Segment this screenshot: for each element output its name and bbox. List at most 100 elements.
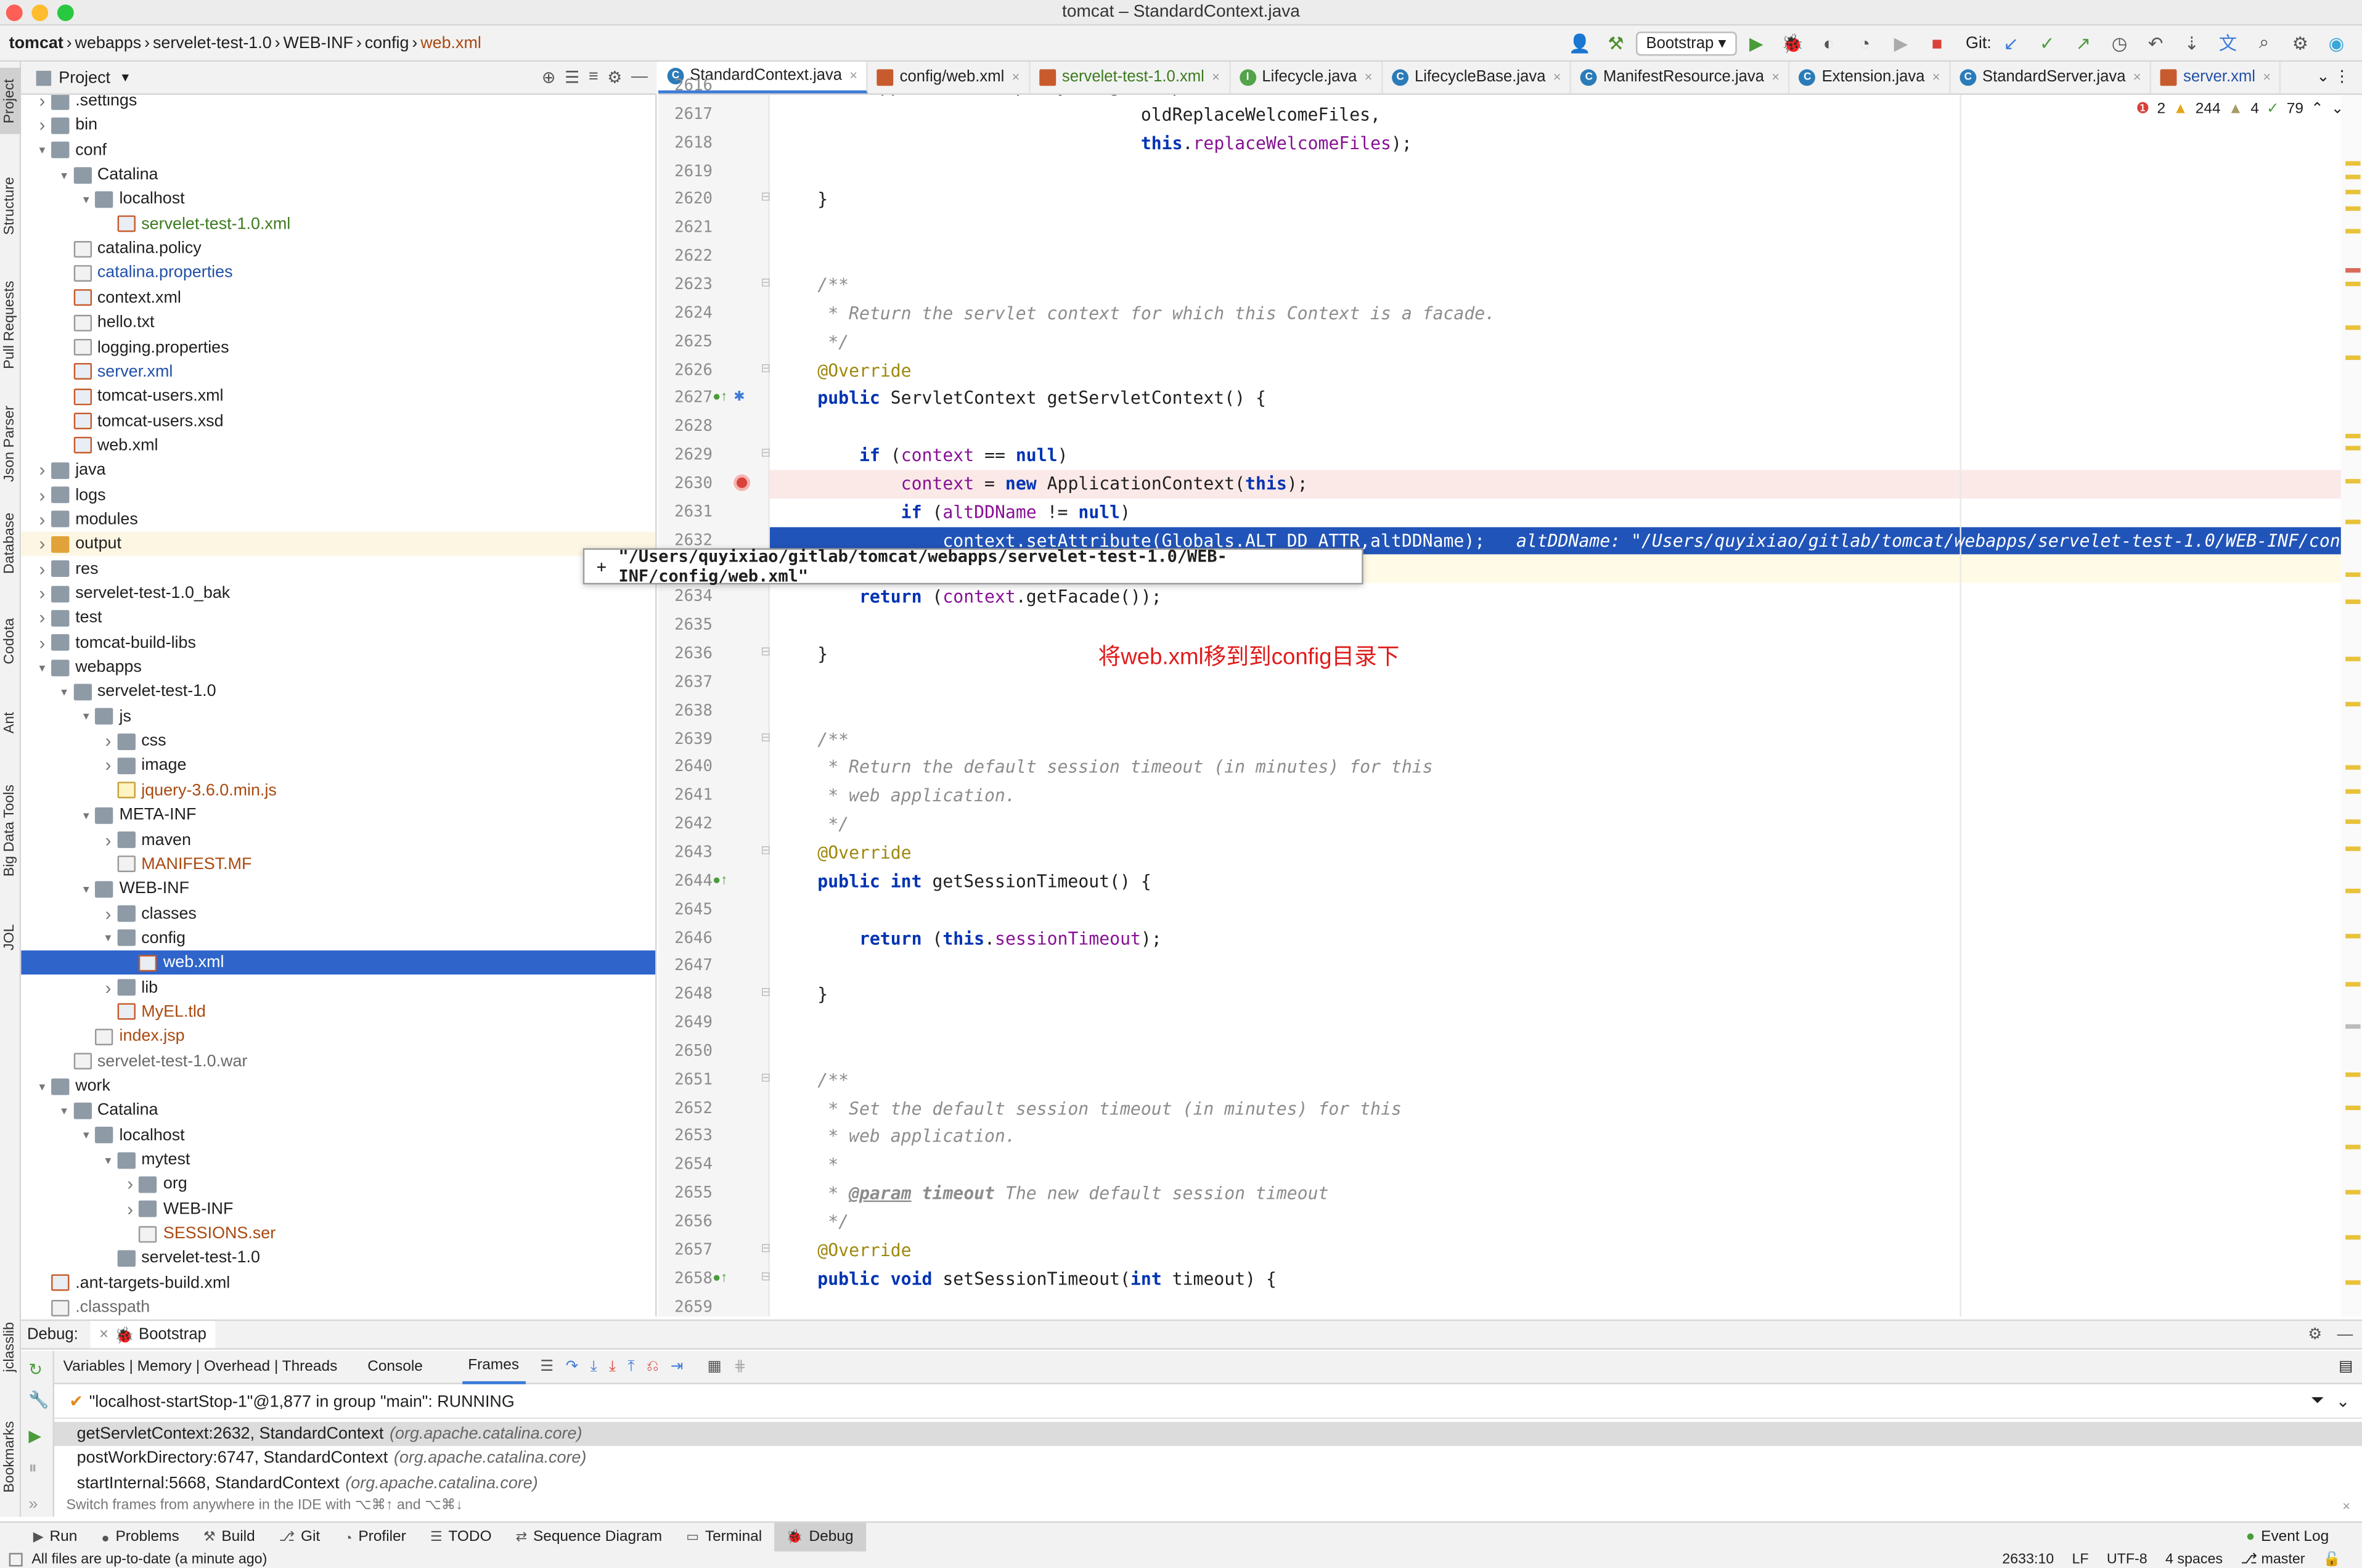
close-icon[interactable]: × [1932,69,1940,84]
scroll-marker[interactable] [2345,888,2361,894]
user-icon[interactable]: 👤 [1567,31,1592,55]
chevron-down-icon[interactable]: ▾ [77,882,95,896]
tab-frames[interactable]: Frames [462,1350,525,1384]
chevron-right-icon[interactable]: › [33,608,51,629]
tree-item[interactable]: ▾ META-INF [21,803,655,827]
breadcrumb-item[interactable]: config [362,34,412,52]
bottom-tab-sequence-diagram[interactable]: ⇄ Sequence Diagram [504,1522,674,1552]
bottom-tab-build[interactable]: ⚒ Build [191,1522,267,1552]
locate-icon[interactable]: ⊕ [542,68,556,87]
scroll-marker[interactable] [2345,1145,2361,1149]
options-gear-icon[interactable]: ⚙ [607,68,622,87]
chevron-down-icon[interactable]: ▾ [55,1104,73,1117]
tree-item[interactable]: › maven [21,828,655,852]
tree-item[interactable]: servelet-test-1.0.war [21,1049,655,1073]
caret-position[interactable]: 2633:10 [2002,1551,2054,1568]
scroll-marker[interactable] [2345,1072,2361,1077]
tree-item[interactable]: catalina.policy [21,237,655,261]
scroll-marker[interactable] [2345,701,2361,707]
tree-item[interactable]: MANIFEST.MF [21,852,655,876]
chevron-right-icon[interactable]: › [99,903,117,924]
plugin-icon[interactable]: ◉ [2324,31,2348,55]
tree-item[interactable]: jquery-3.6.0.min.js [21,778,655,802]
tree-item[interactable]: › tomcat-build-libs [21,631,655,655]
scroll-marker[interactable] [2345,1235,2361,1240]
scroll-marker[interactable] [2345,161,2361,166]
tree-item[interactable]: hello.txt [21,311,655,335]
history-icon[interactable]: ◷ [2107,31,2131,55]
inspection-widget[interactable]: ❶2 ▲ 244 ▲ 4 ✓ 79 ⌃ ⌄ [2136,100,2344,118]
bottom-tab-run[interactable]: ▶ Run [21,1522,89,1552]
tree-item[interactable]: catalina.properties [21,261,655,285]
chevron-right-icon[interactable]: › [99,829,117,850]
tool-tab-ant[interactable]: Ant [0,700,21,745]
pause-icon[interactable]: ⏸ [28,1460,36,1479]
rerun-icon[interactable]: ↻ [28,1360,43,1379]
tree-item[interactable]: › css [21,729,655,753]
resume-icon[interactable]: ▶ [28,1426,41,1446]
wrench-icon[interactable]: 🔧 [28,1390,49,1410]
close-icon[interactable]: × [1365,69,1373,84]
close-icon[interactable]: × [99,1326,108,1344]
chevron-down-icon[interactable]: ▾ [77,1129,95,1142]
more-icon[interactable]: » [28,1496,38,1514]
scroll-marker[interactable] [2345,656,2361,661]
chevron-down-icon[interactable]: ▾ [77,193,95,206]
tree-item[interactable]: › classes [21,902,655,926]
scroll-marker[interactable] [2345,846,2361,851]
tree-item[interactable]: .classpath [21,1296,655,1317]
drop-frame-icon[interactable]: ⎌ [647,1358,659,1375]
zoom-window-button[interactable] [57,4,74,22]
chevron-right-icon[interactable]: › [33,632,51,653]
project-panel-title[interactable]: Project [59,68,110,86]
tree-item[interactable]: MyEL.tld [21,1000,655,1024]
run-config-select[interactable]: Bootstrap ▾ [1635,31,1737,55]
run-to-cursor-icon[interactable]: ⇥ [671,1358,684,1375]
tool-tab-pull-requests[interactable]: Pull Requests [0,272,21,378]
close-icon[interactable]: × [1553,69,1561,84]
scroll-marker[interactable] [2345,174,2361,179]
scroll-marker[interactable] [2345,1024,2361,1029]
chevron-down-icon[interactable]: ▾ [99,931,117,945]
scroll-marker[interactable] [2345,982,2361,987]
close-icon[interactable]: × [849,68,857,83]
bottom-tab-terminal[interactable]: ▭ Terminal [674,1522,774,1552]
tree-item[interactable]: ▾ js [21,704,655,729]
tree-item[interactable]: ▾ mytest [21,1148,655,1172]
tree-item[interactable]: ▾ WEB-INF [21,877,655,901]
tree-item[interactable]: logging.properties [21,335,655,359]
tree-item[interactable]: › java [21,459,655,483]
chevron-down-icon[interactable]: ▾ [99,1153,117,1167]
tab-console[interactable]: Console [367,1358,423,1375]
close-icon[interactable]: × [1012,69,1020,84]
chevron-down-icon[interactable]: ▾ [77,710,95,724]
tree-item[interactable]: ▾ servelet-test-1.0 [21,680,655,704]
chevron-right-icon[interactable]: › [121,1199,139,1220]
tree-item[interactable]: › WEB-INF [21,1197,655,1221]
tool-tab-jol[interactable]: JOL [0,911,21,962]
bottom-tab-profiler[interactable]: ◔ Profiler [332,1522,419,1552]
profile-icon[interactable]: ◔ [1853,31,1877,55]
tree-item[interactable]: servelet-test-1.0 [21,1246,655,1270]
tool-tab-big-data-tools[interactable]: Big Data Tools [0,770,21,891]
breadcrumb-item[interactable]: webapps [72,34,144,52]
tree-item[interactable]: web.xml [21,950,656,975]
debug-icon[interactable]: 🐞 [1780,31,1804,55]
chevron-right-icon[interactable]: › [33,484,51,505]
breadcrumb-item[interactable]: web.xml [417,34,484,52]
editor-tab[interactable]: server.xml × [2152,62,2282,94]
close-icon[interactable]: × [2342,1499,2350,1514]
breadcrumb-item[interactable]: servelet-test-1.0 [150,34,275,52]
tree-item[interactable]: › bin [21,113,655,137]
tool-tab-bookmarks[interactable]: Bookmarks [0,1411,21,1502]
close-icon[interactable]: × [2263,69,2271,84]
tool-tab-jclasslib[interactable]: jclasslib [0,1309,21,1384]
editor-tab[interactable]: C LifecycleBase.java × [1383,62,1572,94]
thread-selector[interactable]: ✔ "localhost-startStop-1"@1,877 in group… [54,1386,2362,1419]
editor-tab[interactable]: C Extension.java × [1790,62,1951,94]
chevron-up-icon[interactable]: ⌃ [2311,101,2324,118]
chevron-down-icon[interactable]: ▾ [55,168,73,182]
chevron-right-icon[interactable]: › [33,509,51,530]
list-icon[interactable]: ☰ [540,1358,554,1375]
scroll-marker[interactable] [2345,819,2361,824]
